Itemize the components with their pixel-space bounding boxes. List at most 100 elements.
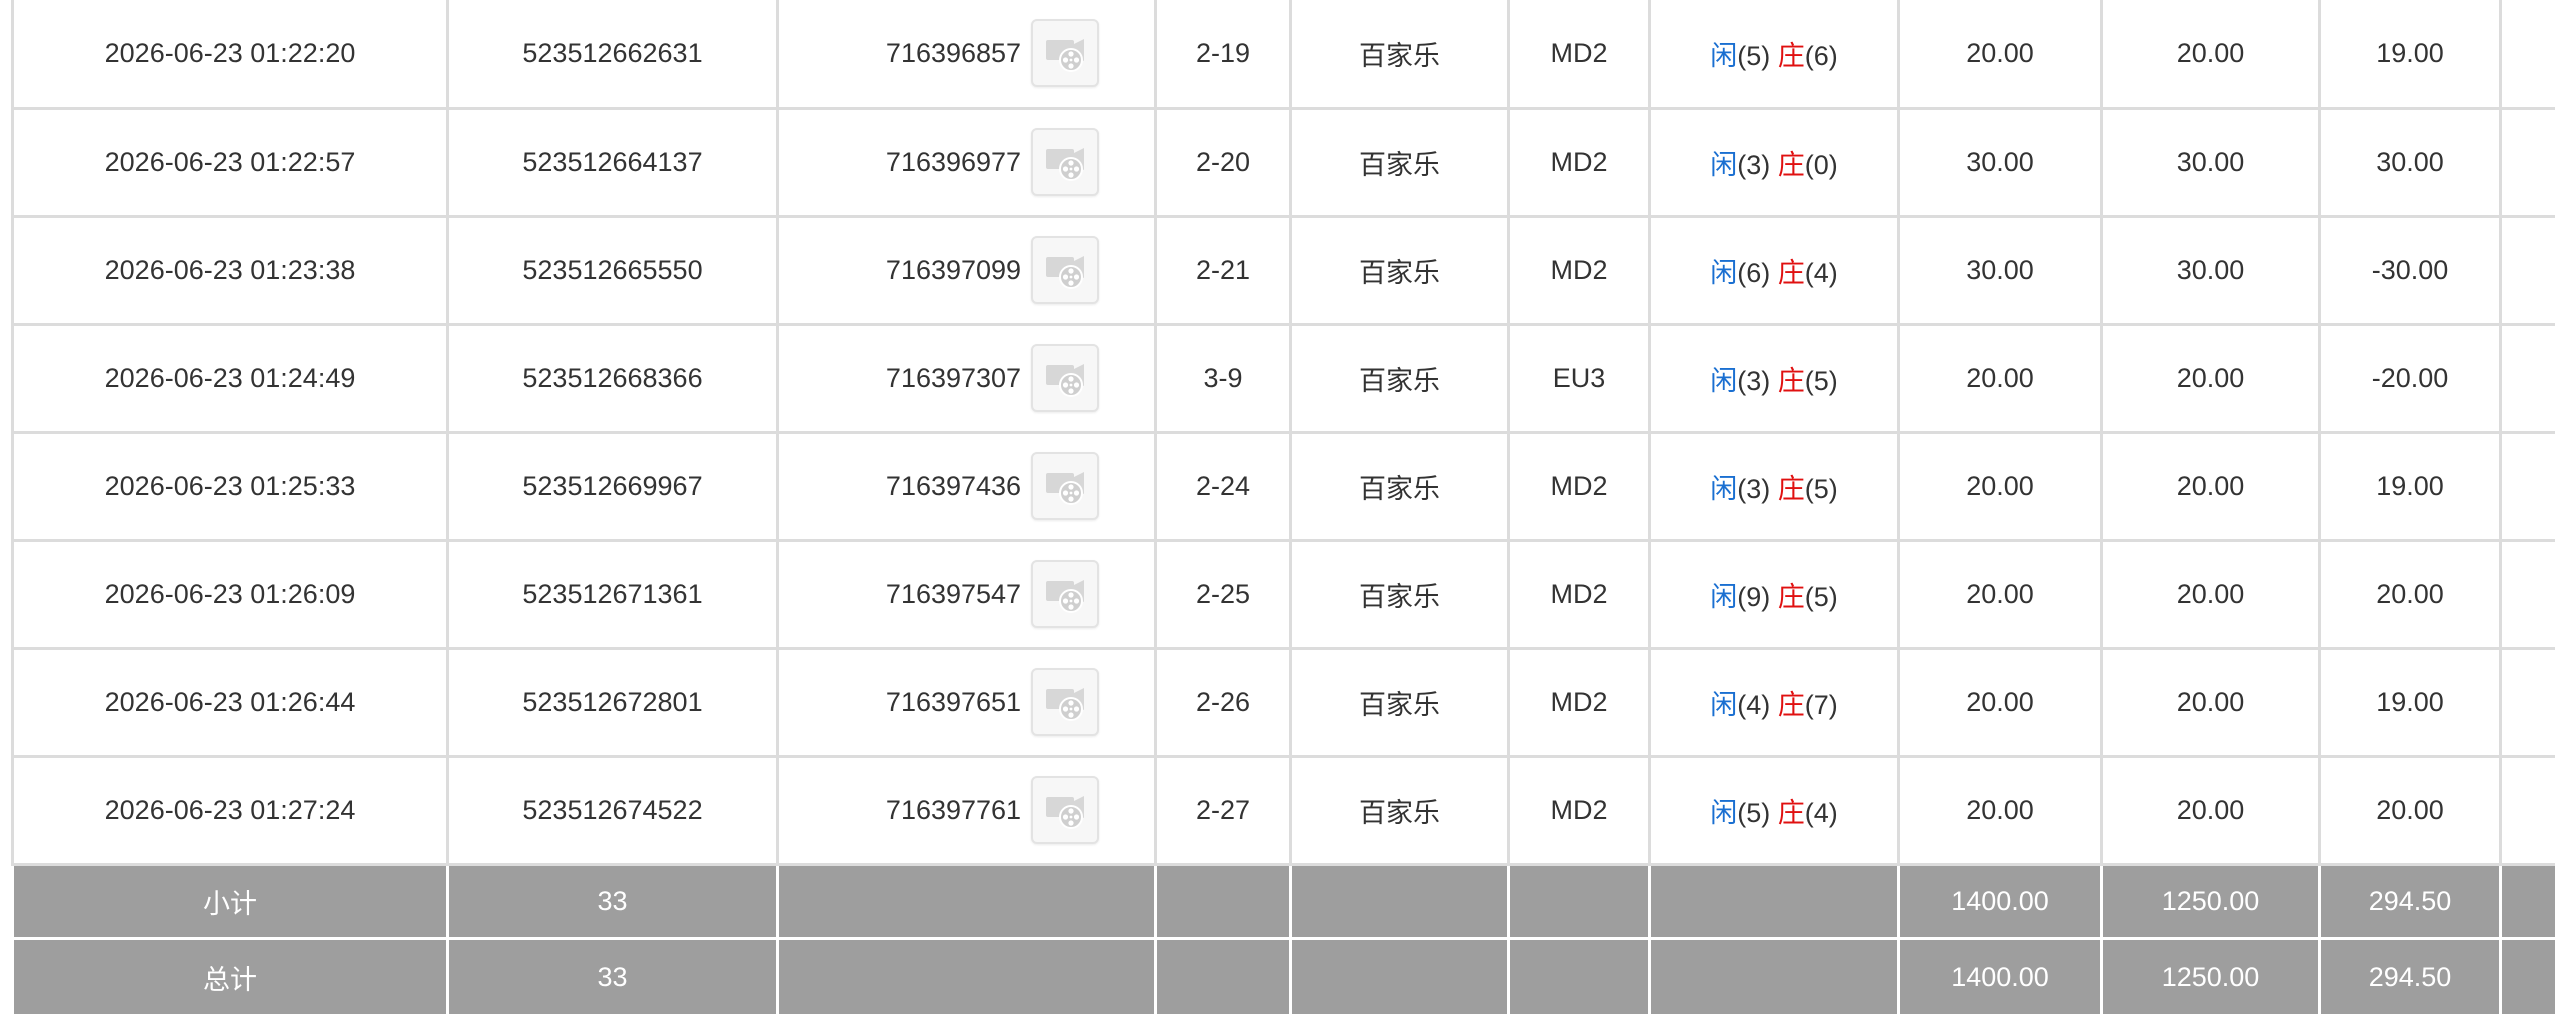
extra-column [2499, 754, 2555, 866]
order-number: 523512668366 [446, 322, 779, 434]
game-number-cell: 716396977 [776, 106, 1157, 218]
bet-amount: 20.00 [1897, 322, 2103, 434]
game-number-cell: 716397436 [776, 430, 1157, 542]
player-label: 闲 [1710, 149, 1738, 180]
banker-score: (0) [1804, 149, 1838, 180]
game-type: 百家乐 [1289, 430, 1510, 542]
player-score: (6) [1737, 257, 1771, 288]
video-replay-icon[interactable] [1031, 128, 1100, 196]
bet-time: 2026-06-23 01:27:24 [11, 754, 449, 866]
video-replay-icon[interactable] [1031, 236, 1100, 304]
summary-empty [1154, 936, 1292, 1014]
video-replay-icon[interactable] [1031, 452, 1100, 520]
shoe-round: 2-19 [1154, 0, 1292, 110]
video-replay-icon[interactable] [1031, 668, 1100, 736]
summary-empty [1648, 862, 1900, 940]
banker-score: (5) [1804, 365, 1838, 396]
summary-empty [1289, 936, 1510, 1014]
bet-time: 2026-06-23 01:22:57 [11, 106, 449, 218]
table-row: 2026-06-23 01:25:33 523512669967 7163974… [11, 430, 2555, 542]
bet-time: 2026-06-23 01:22:20 [11, 0, 449, 110]
payout-amount: -30.00 [2318, 214, 2502, 326]
banker-label: 庄 [1777, 689, 1805, 720]
video-replay-icon[interactable] [1031, 344, 1100, 412]
banker-score: (6) [1804, 40, 1838, 71]
player-score: (9) [1737, 581, 1771, 612]
game-result: 闲(5) 庄(4) [1648, 754, 1900, 866]
extra-column [2499, 0, 2555, 110]
game-result: 闲(3) 庄(5) [1648, 430, 1900, 542]
summary-payout-total: 294.50 [2318, 936, 2502, 1014]
bet-time: 2026-06-23 01:26:44 [11, 646, 449, 758]
summary-empty [1507, 862, 1651, 940]
game-result: 闲(9) 庄(5) [1648, 538, 1900, 650]
player-label: 闲 [1710, 689, 1738, 720]
player-score: (5) [1737, 40, 1771, 71]
payout-amount: 19.00 [2318, 0, 2502, 110]
bet-time: 2026-06-23 01:24:49 [11, 322, 449, 434]
valid-bet-amount: 20.00 [2100, 754, 2321, 866]
game-number-cell: 716397761 [776, 754, 1157, 866]
banker-score: (4) [1804, 797, 1838, 828]
game-number: 716396977 [885, 146, 1022, 177]
game-number-cell: 716397651 [776, 646, 1157, 758]
game-type: 百家乐 [1289, 106, 1510, 218]
game-type: 百家乐 [1289, 538, 1510, 650]
game-number-cell: 716397099 [776, 214, 1157, 326]
valid-bet-amount: 30.00 [2100, 106, 2321, 218]
banker-score: (7) [1804, 689, 1838, 720]
video-replay-icon[interactable] [1031, 560, 1100, 628]
game-number: 716397099 [885, 254, 1022, 285]
game-type: 百家乐 [1289, 322, 1510, 434]
banker-label: 庄 [1777, 473, 1805, 504]
table-code: MD2 [1507, 0, 1651, 110]
payout-amount: 20.00 [2318, 538, 2502, 650]
video-replay-icon[interactable] [1031, 776, 1100, 844]
extra-column [2499, 106, 2555, 218]
table-code: MD2 [1507, 646, 1651, 758]
valid-bet-amount: 30.00 [2100, 214, 2321, 326]
extra-column [2499, 214, 2555, 326]
extra-column [2499, 430, 2555, 542]
table-row: 2026-06-23 01:22:57 523512664137 7163969… [11, 106, 2555, 218]
payout-amount: -20.00 [2318, 322, 2502, 434]
video-replay-icon [1046, 472, 1085, 505]
summary-empty [1289, 862, 1510, 940]
valid-bet-amount: 20.00 [2100, 430, 2321, 542]
summary-empty [1507, 936, 1651, 1014]
video-replay-icon [1046, 148, 1085, 181]
banker-label: 庄 [1777, 365, 1805, 396]
banker-score: (4) [1804, 257, 1838, 288]
order-number: 523512664137 [446, 106, 779, 218]
payout-amount: 19.00 [2318, 646, 2502, 758]
payout-amount: 20.00 [2318, 754, 2502, 866]
summary-row: 总计 33 1400.00 1250.00 294.50 [11, 936, 2555, 1014]
player-label: 闲 [1710, 797, 1738, 828]
player-score: (3) [1737, 365, 1771, 396]
summary-empty [2499, 936, 2555, 1014]
game-result: 闲(6) 庄(4) [1648, 214, 1900, 326]
bet-time: 2026-06-23 01:25:33 [11, 430, 449, 542]
valid-bet-amount: 20.00 [2100, 646, 2321, 758]
payout-amount: 19.00 [2318, 430, 2502, 542]
game-number-cell: 716397547 [776, 538, 1157, 650]
table-code: MD2 [1507, 106, 1651, 218]
player-label: 闲 [1710, 365, 1738, 396]
player-score: (3) [1737, 149, 1771, 180]
bet-amount: 20.00 [1897, 430, 2103, 542]
banker-label: 庄 [1777, 797, 1805, 828]
table-code: MD2 [1507, 538, 1651, 650]
game-result: 闲(3) 庄(5) [1648, 322, 1900, 434]
video-replay-icon[interactable] [1031, 19, 1100, 88]
bet-amount: 20.00 [1897, 538, 2103, 650]
shoe-round: 2-24 [1154, 430, 1292, 542]
game-number: 716397307 [885, 362, 1022, 393]
banker-label: 庄 [1777, 257, 1805, 288]
shoe-round: 2-21 [1154, 214, 1292, 326]
table-code: MD2 [1507, 214, 1651, 326]
table-row: 2026-06-23 01:24:49 523512668366 7163973… [11, 322, 2555, 434]
summary-count: 33 [446, 862, 779, 940]
player-score: (5) [1737, 797, 1771, 828]
video-replay-icon [1046, 796, 1085, 829]
shoe-round: 3-9 [1154, 322, 1292, 434]
